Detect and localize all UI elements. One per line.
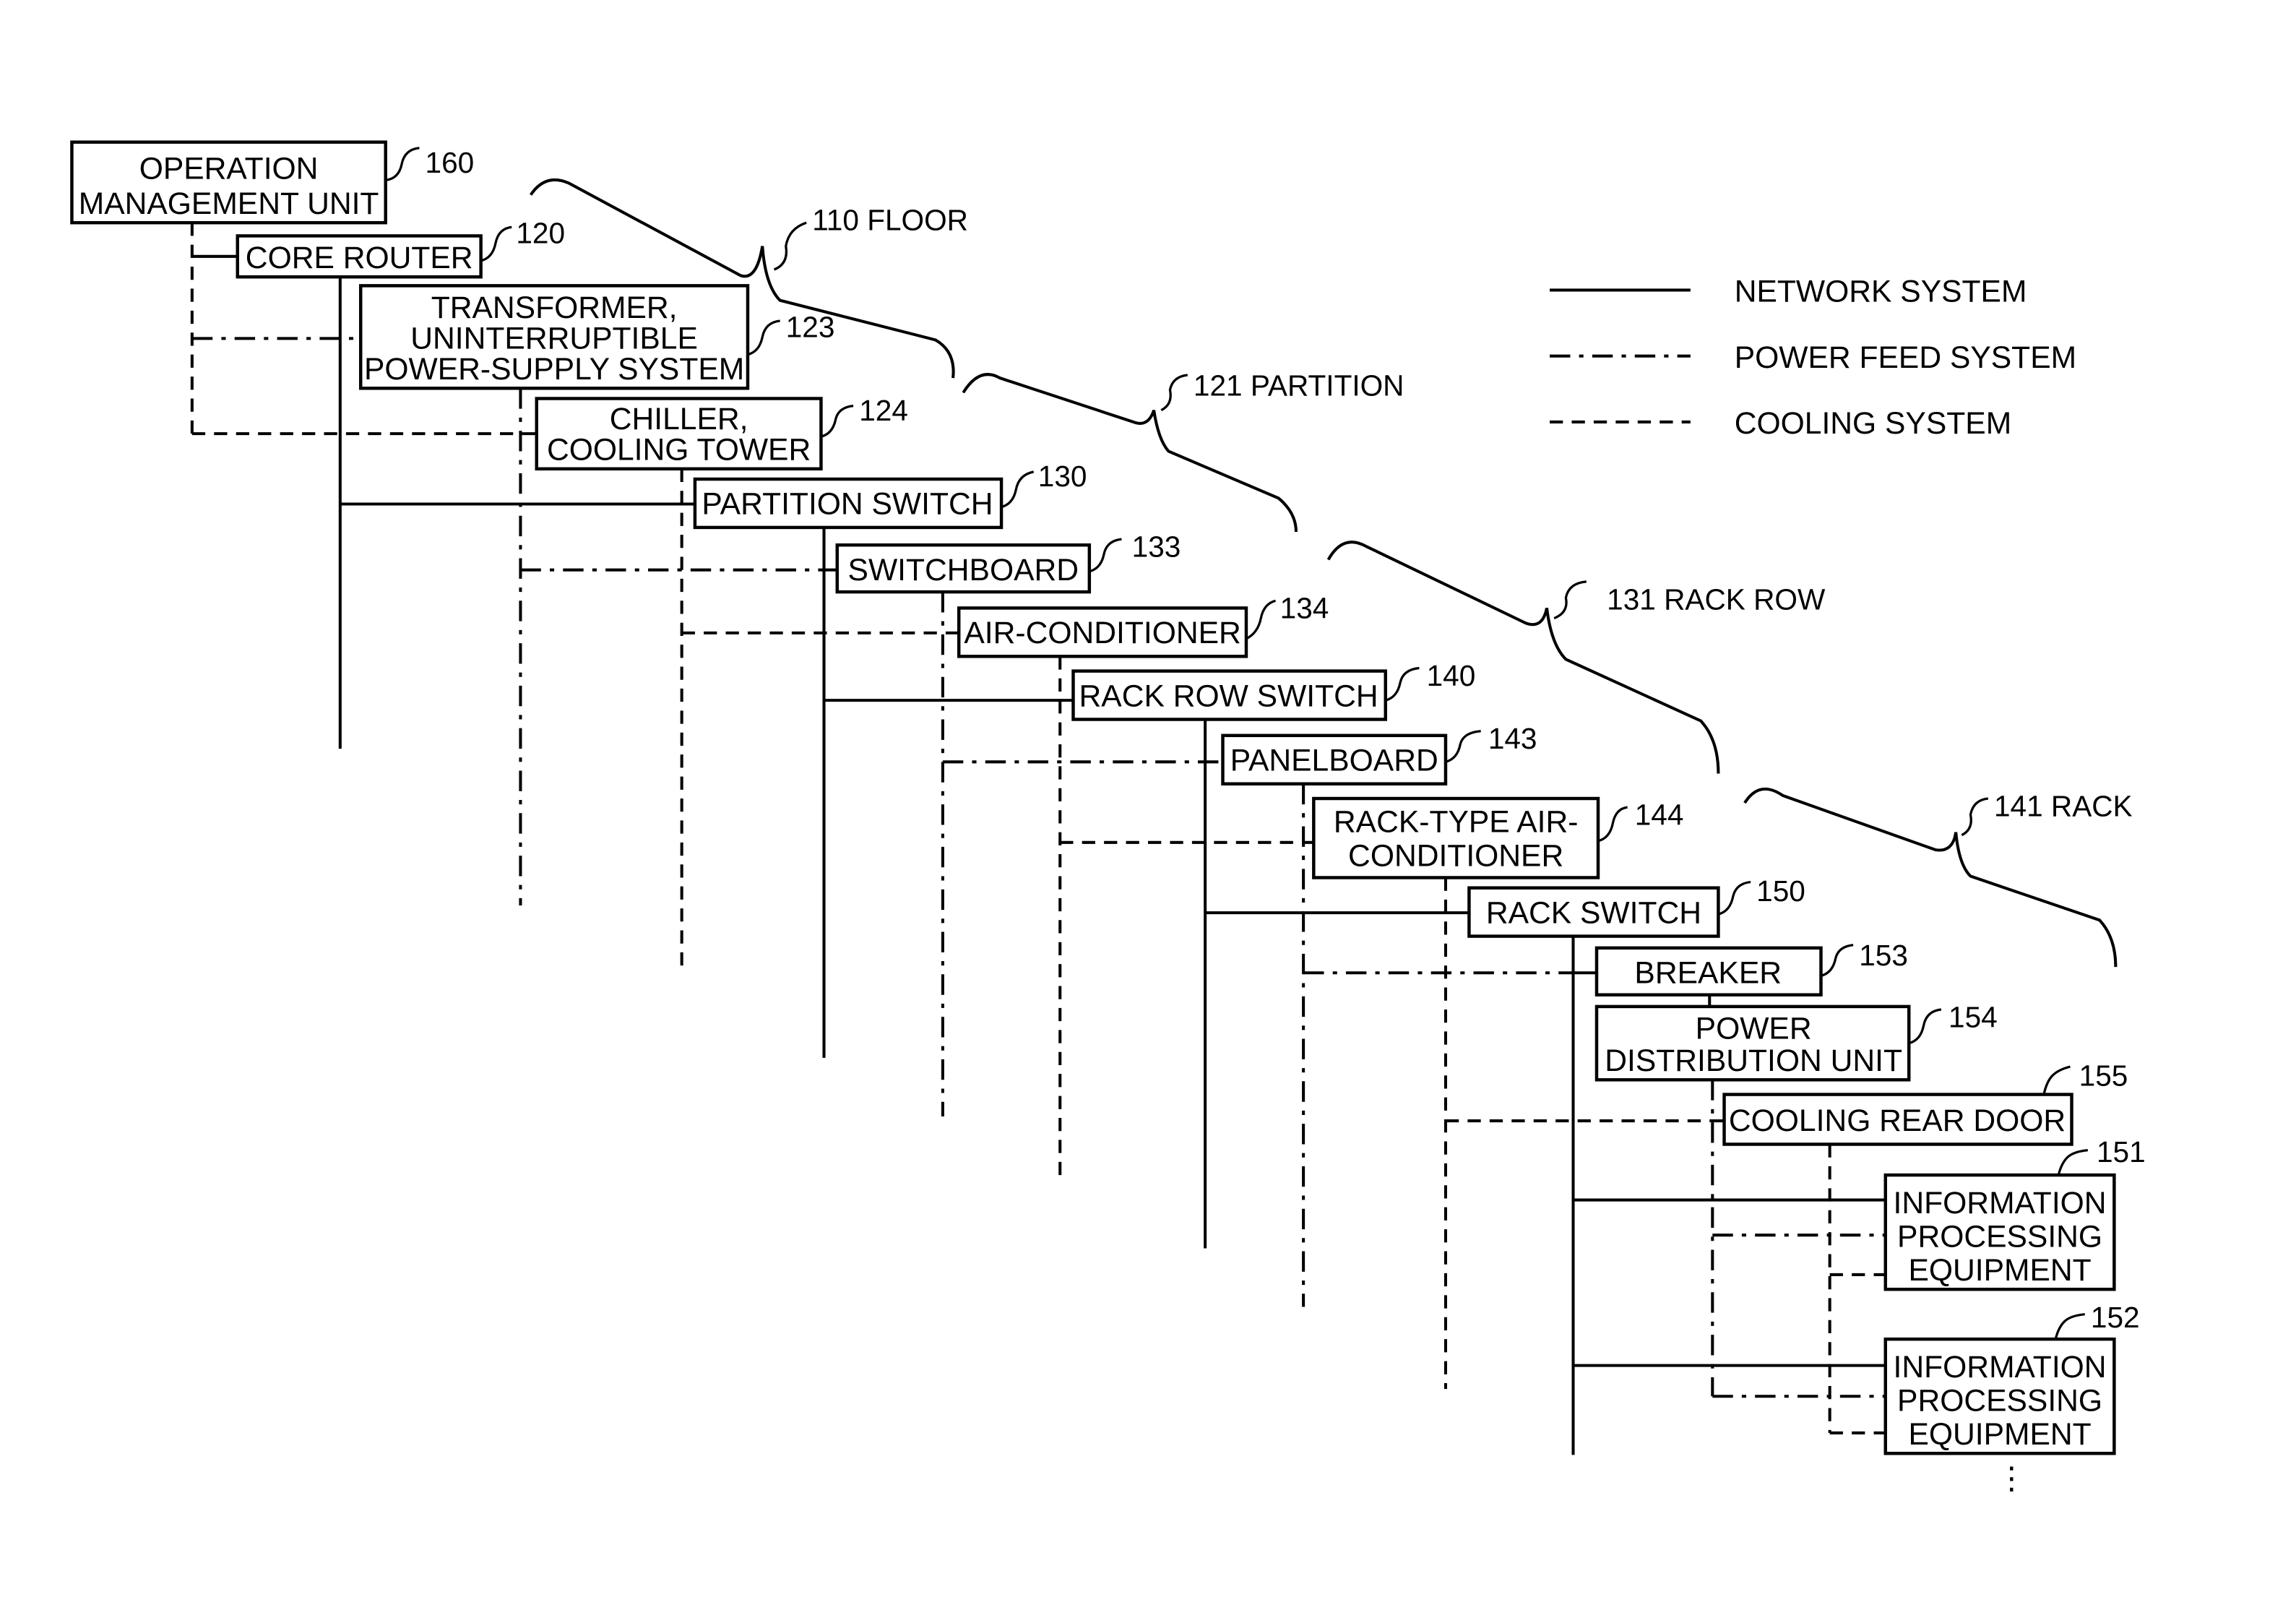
ref-number: 133: [1132, 530, 1181, 563]
floor-label: 110 FLOOR: [812, 203, 968, 236]
node-label-line: OPERATION: [139, 151, 319, 186]
node-rack-row-switch[interactable]: RACK ROW SWITCH 140: [1071, 659, 1476, 721]
node-label-line: TRANSFORMER,: [431, 290, 678, 325]
legend-item-power-feed: POWER FEED SYSTEM: [1550, 340, 2076, 375]
node-information-processing-equipment-151[interactable]: INFORMATION PROCESSING EQUIPMENT 151: [1883, 1135, 2146, 1291]
node-label-line: POWER: [1696, 1012, 1812, 1046]
node-label-line: AIR-CONDITIONER: [964, 616, 1240, 650]
ref-number: 151: [2097, 1135, 2146, 1168]
partition-brace: 121 PARTITION: [962, 369, 1404, 533]
node-label-line: EQUIPMENT: [1908, 1417, 2091, 1452]
system-hierarchy-diagram: 110 FLOOR 121 PARTITION 131 RACK ROW 141…: [70, 140, 2146, 1496]
legend-label: NETWORK SYSTEM: [1735, 275, 2027, 309]
node-chiller-cooling-tower[interactable]: CHILLER, COOLING TOWER 124: [535, 394, 908, 471]
ref-number: 123: [786, 310, 835, 343]
node-air-conditioner[interactable]: AIR-CONDITIONER 134: [957, 592, 1329, 658]
node-label-line: INFORMATION: [1894, 1350, 2107, 1385]
legend-item-network: NETWORK SYSTEM: [1550, 275, 2027, 309]
node-panelboard[interactable]: PANELBOARD 143: [1221, 722, 1537, 785]
ref-number: 134: [1280, 592, 1329, 625]
node-label-line: COOLING REAR DOOR: [1729, 1103, 2066, 1138]
node-label-line: PROCESSING: [1897, 1219, 2102, 1254]
node-label-line: MANAGEMENT UNIT: [79, 186, 379, 221]
node-rack-type-air-conditioner[interactable]: RACK-TYPE AIR- CONDITIONER 144: [1312, 796, 1684, 879]
node-label-line: SWITCHBOARD: [848, 553, 1079, 587]
ref-number: 160: [426, 146, 475, 179]
node-breaker[interactable]: BREAKER 153: [1594, 939, 1908, 996]
legend-label: COOLING SYSTEM: [1735, 406, 2011, 441]
rack-row-label: 131 RACK ROW: [1607, 582, 1826, 616]
node-operation-management-unit[interactable]: OPERATION MANAGEMENT UNIT 160: [70, 140, 475, 225]
rack-label: 141 RACK: [1994, 789, 2133, 822]
ref-number: 120: [516, 217, 565, 250]
node-transformer-ups[interactable]: TRANSFORMER, UNINTERRUPTIBLE POWER-SUPPL…: [358, 284, 835, 390]
ref-number: 124: [859, 394, 908, 427]
node-label-line: RACK-TYPE AIR-: [1334, 805, 1578, 840]
node-rack-switch[interactable]: RACK SWITCH 150: [1467, 874, 1805, 938]
legend: NETWORK SYSTEM POWER FEED SYSTEM COOLING…: [1550, 275, 2076, 441]
ref-number: 144: [1635, 798, 1684, 832]
node-power-distribution-unit[interactable]: POWER DISTRIBUTION UNIT 154: [1594, 1000, 1998, 1082]
node-label-line: INFORMATION: [1894, 1186, 2107, 1221]
node-label-line: RACK ROW SWITCH: [1079, 679, 1378, 713]
ref-number: 155: [2079, 1059, 2128, 1092]
legend-item-cooling: COOLING SYSTEM: [1550, 406, 2011, 441]
node-label-line: CONDITIONER: [1348, 838, 1563, 873]
connection-lines: [190, 223, 1886, 1455]
legend-label: POWER FEED SYSTEM: [1735, 340, 2076, 375]
node-label-line: PARTITION SWITCH: [702, 487, 993, 522]
partition-label: 121 PARTITION: [1194, 369, 1404, 402]
continuation-ellipsis: ⋮: [1996, 1461, 2027, 1496]
node-label-line: UNINTERRUPTIBLE: [410, 322, 698, 356]
node-label-line: COOLING TOWER: [547, 433, 811, 468]
ref-number: 154: [1948, 1000, 1998, 1033]
node-switchboard[interactable]: SWITCHBOARD 133: [835, 530, 1181, 594]
ref-number: 140: [1427, 659, 1476, 692]
node-label-line: CHILLER,: [610, 402, 748, 436]
ref-number: 143: [1488, 722, 1537, 755]
node-label-line: PANELBOARD: [1230, 743, 1438, 778]
node-label-line: DISTRIBUTION UNIT: [1605, 1043, 1902, 1078]
node-label-line: PROCESSING: [1897, 1384, 2102, 1419]
node-label-line: CORE ROUTER: [246, 241, 473, 275]
node-label-line: POWER-SUPPLY SYSTEM: [364, 352, 744, 387]
ref-number: 130: [1038, 460, 1087, 493]
node-information-processing-equipment-152[interactable]: INFORMATION PROCESSING EQUIPMENT 152: [1883, 1301, 2140, 1455]
ref-number: 150: [1756, 874, 1805, 908]
ref-number: 153: [1859, 939, 1908, 972]
node-core-router[interactable]: CORE ROUTER 120: [236, 217, 565, 279]
node-label-line: RACK SWITCH: [1486, 895, 1701, 930]
node-label-line: EQUIPMENT: [1908, 1253, 2091, 1288]
ref-number: 152: [2091, 1301, 2140, 1334]
node-label-line: BREAKER: [1634, 955, 1782, 990]
